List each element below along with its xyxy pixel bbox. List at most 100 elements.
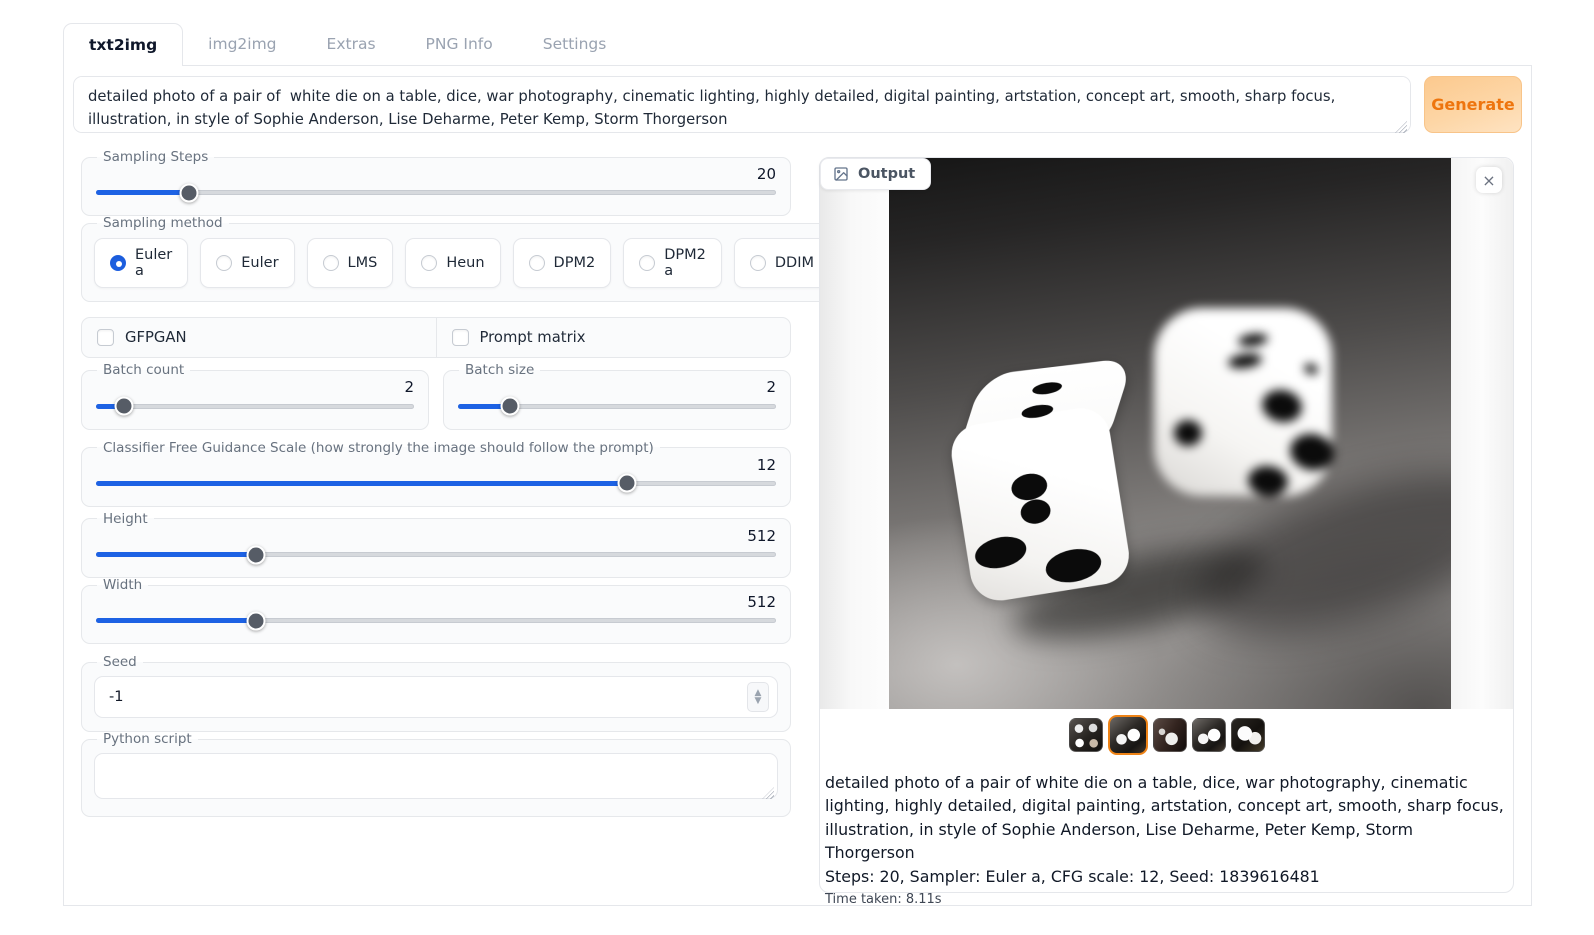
slider-knob[interactable] <box>246 611 265 630</box>
radio-icon <box>639 255 655 271</box>
die-right <box>1154 308 1344 508</box>
tab-txt2img[interactable]: txt2img <box>63 23 183 66</box>
slider-knob[interactable] <box>246 545 265 564</box>
output-label: Output <box>858 166 915 182</box>
caption-time: Time taken: 8.11s <box>825 892 1505 907</box>
pip <box>1174 420 1202 446</box>
prompt-input[interactable]: detailed photo of a pair of white die on… <box>73 76 1411 133</box>
sampler-option-label: DPM2 a <box>664 247 706 279</box>
width-slider[interactable] <box>96 618 776 623</box>
app-window: txt2img img2img Extras PNG Info Settings… <box>63 20 1532 906</box>
width-label: Width <box>97 577 148 593</box>
gfpgan-label: GFPGAN <box>125 329 187 346</box>
tab-bar: txt2img img2img Extras PNG Info Settings <box>63 20 1532 66</box>
python-script-group: Python script <box>81 731 791 817</box>
batch-size-slider[interactable] <box>458 404 776 409</box>
sampling-method-label: Sampling method <box>97 215 229 231</box>
width-group: Width 512 <box>81 577 791 644</box>
sampler-option-label: LMS <box>348 255 378 271</box>
generate-button[interactable]: Generate <box>1424 76 1522 133</box>
height-value: 512 <box>94 528 776 545</box>
gallery-thumbnails <box>820 709 1513 756</box>
slider-fill <box>96 552 256 557</box>
prompt-matrix-checkbox[interactable]: Prompt matrix <box>436 318 791 357</box>
tab-img2img[interactable]: img2img <box>183 23 301 65</box>
radio-icon <box>216 255 232 271</box>
python-script-label: Python script <box>97 731 198 747</box>
slider-knob[interactable] <box>618 474 637 493</box>
sampler-option-label: DDIM <box>775 255 814 271</box>
output-tag: Output <box>820 158 931 190</box>
chevron-down-icon: ▼ <box>755 697 762 705</box>
sampler-options: Euler a Euler LMS Heun DPM2 DPM2 a DDIM … <box>94 238 938 288</box>
batch-count-label: Batch count <box>97 362 190 378</box>
prompt-row: detailed photo of a pair of white die on… <box>73 76 1522 137</box>
sampler-option-dpm2-a[interactable]: DPM2 a <box>623 238 722 288</box>
python-script-wrap <box>94 753 778 803</box>
cfg-scale-group: Classifier Free Guidance Scale (how stro… <box>81 440 791 507</box>
slider-knob[interactable] <box>115 397 134 416</box>
sampler-option-euler[interactable]: Euler <box>200 238 294 288</box>
sampling-steps-group: Sampling Steps 20 <box>81 149 791 216</box>
slider-fill <box>96 618 256 623</box>
radio-icon <box>529 255 545 271</box>
cfg-scale-slider[interactable] <box>96 481 776 486</box>
tab-extras[interactable]: Extras <box>302 23 401 65</box>
caption-params: Steps: 20, Sampler: Euler a, CFG scale: … <box>825 865 1505 888</box>
slider-fill <box>96 481 627 486</box>
post-processing-row: GFPGAN Prompt matrix <box>81 317 791 358</box>
seed-stepper[interactable]: ▲▼ <box>747 682 769 712</box>
batch-count-slider[interactable] <box>96 404 414 409</box>
sampler-option-label: Euler a <box>135 247 172 279</box>
python-script-input[interactable] <box>94 753 778 799</box>
seed-wrap: ▲▼ <box>94 676 778 718</box>
prompt-wrap: detailed photo of a pair of white die on… <box>73 76 1411 137</box>
sampling-steps-slider[interactable] <box>96 190 776 195</box>
slider-knob[interactable] <box>500 397 519 416</box>
sampler-option-dpm2[interactable]: DPM2 <box>513 238 612 288</box>
gallery-thumb[interactable] <box>1069 718 1103 752</box>
seed-group: Seed ▲▼ <box>81 654 791 732</box>
generated-image[interactable] <box>889 158 1451 709</box>
sampler-option-heun[interactable]: Heun <box>405 238 500 288</box>
sampler-option-label: Heun <box>446 255 484 271</box>
image-icon <box>833 166 849 182</box>
radio-icon <box>750 255 766 271</box>
seed-label: Seed <box>97 654 143 670</box>
caption-prompt: detailed photo of a pair of white die on… <box>825 771 1505 865</box>
output-panel: Output × <box>819 157 1514 893</box>
batch-row: Batch count 2 Batch size 2 <box>81 362 791 429</box>
slider-fill <box>96 190 189 195</box>
radio-icon <box>110 255 126 271</box>
slider-knob[interactable] <box>180 183 199 202</box>
prompt-matrix-label: Prompt matrix <box>480 329 586 346</box>
sampler-option-ddim[interactable]: DDIM <box>734 238 830 288</box>
die-left <box>953 359 1140 603</box>
generation-info: detailed photo of a pair of white die on… <box>820 756 1513 907</box>
content-frame: detailed photo of a pair of white die on… <box>63 66 1532 906</box>
settings-column: Sampling Steps 20 Sampling method Euler … <box>81 149 791 893</box>
tab-png-info[interactable]: PNG Info <box>401 23 518 65</box>
sampling-steps-label: Sampling Steps <box>97 149 214 165</box>
batch-size-label: Batch size <box>459 362 540 378</box>
radio-icon <box>323 255 339 271</box>
main-columns: Sampling Steps 20 Sampling method Euler … <box>72 149 1523 893</box>
close-icon[interactable]: × <box>1476 167 1502 193</box>
height-label: Height <box>97 511 154 527</box>
sampling-steps-value: 20 <box>94 166 776 183</box>
gallery-thumb[interactable] <box>1192 718 1226 752</box>
height-group: Height 512 <box>81 511 791 578</box>
batch-count-value: 2 <box>94 379 414 396</box>
sampler-option-euler-a[interactable]: Euler a <box>94 238 188 288</box>
seed-input[interactable] <box>94 676 778 718</box>
gallery-thumb[interactable] <box>1153 718 1187 752</box>
gallery-thumb[interactable] <box>1231 718 1265 752</box>
output-column: Output × <box>819 149 1514 893</box>
gallery-thumb[interactable] <box>1108 715 1148 755</box>
sampler-option-lms[interactable]: LMS <box>307 238 394 288</box>
batch-size-group: Batch size 2 <box>443 362 791 429</box>
gfpgan-checkbox[interactable]: GFPGAN <box>82 318 436 357</box>
tab-settings[interactable]: Settings <box>518 23 632 65</box>
batch-size-value: 2 <box>456 379 776 396</box>
height-slider[interactable] <box>96 552 776 557</box>
